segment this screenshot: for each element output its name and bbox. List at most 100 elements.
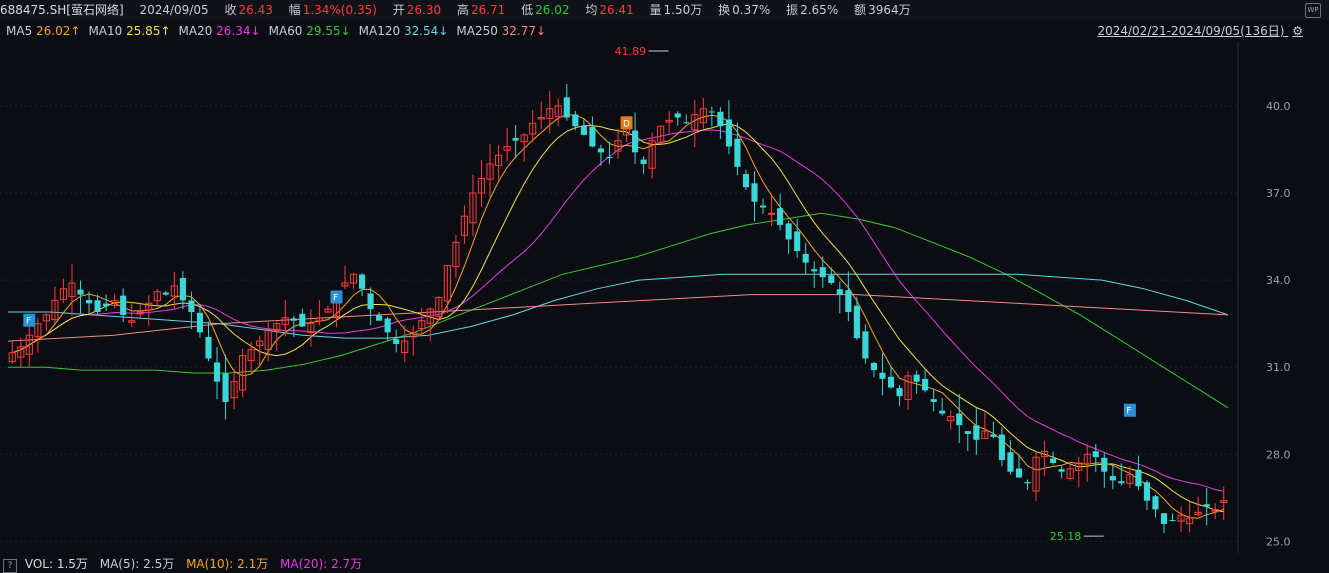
candle-body: [290, 318, 297, 321]
amp-value: 2.65%: [800, 3, 839, 17]
event-marker-label: F: [1126, 407, 1131, 417]
turn-value: 0.37%: [732, 3, 771, 17]
event-marker-label: F: [26, 317, 31, 327]
candle-body: [537, 116, 545, 120]
candle-body: [529, 122, 537, 135]
candle-body: [205, 336, 212, 359]
candle-body: [136, 311, 144, 315]
ma-legend-label: MA20: [178, 24, 217, 38]
candle-body: [622, 128, 631, 136]
candle-body: [1186, 517, 1194, 525]
ma250-line: [7, 294, 1229, 342]
candle-body: [956, 413, 963, 426]
y-tick-label: 31.0: [1266, 361, 1291, 374]
candle-body: [1126, 474, 1134, 484]
candle-body: [162, 292, 169, 295]
vol-ma5: MA(5): 2.5万: [99, 557, 175, 571]
y-tick-label: 40.0: [1266, 100, 1291, 113]
ma-legend-label: MA250: [456, 24, 502, 38]
vol-text: VOL: 1.5万: [24, 557, 88, 571]
date-range-label: 2024/02/21-2024/09/05(136日): [1097, 24, 1285, 38]
chg-label: 幅: [288, 3, 301, 17]
y-tick-label: 34.0: [1266, 274, 1291, 287]
candle-body: [128, 320, 136, 323]
candle-body: [435, 297, 443, 317]
candle-body: [904, 375, 912, 401]
candle-body: [845, 290, 852, 313]
ma-legend-value: 29.55↓: [306, 24, 351, 38]
wp-icon[interactable]: WP: [1305, 3, 1321, 18]
candle-body: [563, 97, 570, 118]
candle-body: [1066, 468, 1074, 479]
candle-body: [862, 331, 869, 359]
candle-body: [68, 282, 76, 298]
candle-body: [699, 108, 707, 124]
candle-body: [341, 282, 349, 287]
candle-body: [85, 300, 93, 304]
candle-body: [657, 125, 665, 145]
candle-body: [691, 114, 699, 131]
candle-body: [1041, 450, 1049, 458]
candle-body: [717, 111, 724, 127]
date-range[interactable]: 2024/02/21-2024/09/05(136日) ⚙: [1097, 21, 1303, 41]
candle-body: [1075, 462, 1083, 471]
candle-body: [606, 156, 613, 159]
candle-body: [973, 425, 980, 440]
ma10-line: [12, 123, 1224, 513]
candle-body: [145, 302, 153, 311]
candle-body: [1160, 513, 1168, 524]
candle-body: [981, 430, 989, 440]
quote-header: 688475.SH[萤石网络] 2024/09/05 收 26.43 幅 1.34%…: [0, 0, 1329, 20]
candle-body: [1211, 508, 1219, 512]
candle-body: [349, 273, 358, 284]
candle-body: [418, 320, 426, 330]
candle-body: [460, 215, 469, 236]
candle-body: [409, 331, 417, 338]
candle-body: [896, 388, 903, 397]
stock-name[interactable]: 688475.SH[萤石网络]: [0, 3, 124, 17]
range-settings-icon[interactable]: ⚙: [1292, 24, 1303, 38]
candle-body: [1152, 496, 1159, 510]
event-marker: [23, 313, 36, 327]
candle-body: [486, 163, 494, 180]
candle-body: [384, 318, 391, 333]
candle-body: [734, 138, 741, 167]
volume-help-icon[interactable]: ?: [3, 559, 17, 573]
ma-legend-label: MA10: [88, 24, 127, 38]
ma120-line: [8, 273, 1229, 339]
candle-body: [401, 340, 409, 354]
vol-ma10: MA(10): 2.1万: [186, 557, 269, 571]
candle-body: [811, 269, 818, 272]
candle-body: [179, 277, 186, 301]
ma-legend-label: MA120: [358, 24, 404, 38]
candle-body: [648, 140, 656, 169]
candle-body: [922, 378, 929, 391]
ma5-line: [12, 114, 1224, 519]
candle-body: [51, 299, 59, 321]
candle-body: [554, 105, 562, 118]
ma60-line: [8, 212, 1229, 409]
candle-body: [503, 146, 511, 151]
candle-body: [520, 134, 528, 143]
candle-body: [1092, 451, 1099, 458]
close-value: 26.43: [238, 3, 273, 17]
candle-body: [367, 293, 374, 310]
candle-body: [1032, 456, 1040, 492]
price-chart[interactable]: 25.0 28.0 31.0 34.0 37.0 40.0 41.89 25.18 F F D F: [0, 0, 1329, 573]
amp-label: 振: [786, 3, 799, 17]
candle-body: [853, 305, 860, 339]
candle-body: [1109, 475, 1116, 481]
candle-body: [597, 148, 605, 153]
candle-body: [1058, 469, 1065, 472]
candle-body: [1050, 458, 1057, 463]
event-marker: [1123, 403, 1136, 417]
event-marker-label: D: [623, 119, 630, 129]
candle-body: [777, 208, 784, 225]
candle-body: [1143, 482, 1151, 501]
candle-body: [1135, 469, 1142, 487]
amt-label: 额: [854, 3, 867, 17]
candle-body: [990, 434, 997, 437]
candle-body: [153, 291, 161, 302]
event-marker-label: F: [333, 294, 338, 304]
candle-body: [1024, 481, 1031, 484]
